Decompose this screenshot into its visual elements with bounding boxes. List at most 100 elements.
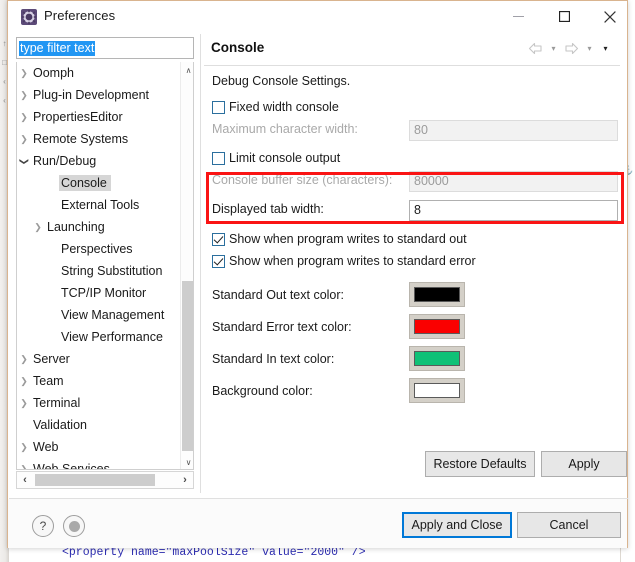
tab-width-row: Displayed tab width: 8 xyxy=(204,200,627,226)
sidebar-item-label: Server xyxy=(33,352,70,366)
show-stderr-checkbox[interactable] xyxy=(212,255,225,268)
sidebar-item-run-debug[interactable]: ❯ Run/Debug xyxy=(17,150,193,172)
show-stdout-row[interactable]: Show when program writes to standard out xyxy=(204,230,627,252)
color-row-standard-out-text-color: Standard Out text color: xyxy=(204,282,627,314)
sidebar-item-team[interactable]: ❯ Team xyxy=(17,370,193,392)
color-swatch-button[interactable] xyxy=(409,346,465,371)
sidebar-item-label: String Substitution xyxy=(61,264,163,278)
dialog-title: Preferences xyxy=(44,8,116,23)
chevron-right-icon[interactable]: ❯ xyxy=(17,134,31,145)
color-swatch-button[interactable] xyxy=(409,282,465,307)
minimize-icon xyxy=(512,16,524,17)
sidebar-item-label: TCP/IP Monitor xyxy=(61,286,147,300)
sidebar-item-view-performance[interactable]: View Performance xyxy=(17,326,193,348)
sidebar-item-tcp-ip-monitor[interactable]: TCP/IP Monitor xyxy=(17,282,193,304)
record-dot-icon xyxy=(68,520,80,532)
forward-history-caret-icon[interactable]: ▾ xyxy=(583,40,596,57)
chevron-right-icon[interactable]: ❯ xyxy=(17,398,31,409)
sidebar-item-label: Team xyxy=(33,374,64,388)
tree-horizontal-scrollbar-thumb[interactable] xyxy=(35,474,155,486)
tree-horizontal-scrollbar[interactable]: ‹ › xyxy=(16,471,194,489)
sidebar-item-web[interactable]: ❯ Web xyxy=(17,436,193,458)
chevron-right-icon[interactable]: ❯ xyxy=(17,442,31,453)
filter-input[interactable]: type filter text xyxy=(16,37,194,59)
sidebar-item-server[interactable]: ❯ Server xyxy=(17,348,193,370)
chevron-right-icon[interactable]: ❯ xyxy=(17,112,31,123)
section-label-row: Debug Console Settings. xyxy=(204,72,627,94)
scroll-up-arrow-icon[interactable]: ∧ xyxy=(181,62,193,78)
sidebar-item-oomph[interactable]: ❯ Oomph xyxy=(17,62,193,84)
restore-defaults-button[interactable]: Restore Defaults xyxy=(425,451,535,477)
chevron-right-icon[interactable]: ❯ xyxy=(17,354,31,365)
limit-console-output-checkbox[interactable] xyxy=(212,152,225,165)
sidebar-item-terminal[interactable]: ❯ Terminal xyxy=(17,392,193,414)
cancel-button[interactable]: Cancel xyxy=(517,512,621,538)
sidebar-item-remote-systems[interactable]: ❯ Remote Systems xyxy=(17,128,193,150)
fixed-width-console-row[interactable]: Fixed width console xyxy=(204,98,627,120)
minimize-button[interactable] xyxy=(495,1,541,32)
sidebar-item-validation[interactable]: Validation xyxy=(17,414,193,436)
sidebar-item-label: Launching xyxy=(47,220,105,234)
apply-and-close-button[interactable]: Apply and Close xyxy=(402,512,512,538)
color-label: Standard Error text color: xyxy=(212,320,352,334)
show-stderr-row[interactable]: Show when program writes to standard err… xyxy=(204,252,627,274)
color-row-standard-in-text-color: Standard In text color: xyxy=(204,346,627,378)
sidebar-item-console[interactable]: Console xyxy=(17,172,193,194)
back-history-caret-icon[interactable]: ▾ xyxy=(547,40,560,57)
record-circle-icon[interactable] xyxy=(63,515,85,537)
sidebar-item-label: Validation xyxy=(33,418,87,432)
sidebar-item-external-tools[interactable]: External Tools xyxy=(17,194,193,216)
color-label: Standard In text color: xyxy=(212,352,335,366)
maximize-button[interactable] xyxy=(541,1,587,32)
sidebar-item-web-services[interactable]: ❯ Web Services xyxy=(17,458,193,470)
console-buffer-size-input: 80000 xyxy=(409,171,618,192)
chevron-right-icon[interactable]: ❯ xyxy=(17,90,31,101)
back-arrow-icon[interactable] xyxy=(527,40,544,57)
console-settings-form: Debug Console Settings. Fixed width cons… xyxy=(204,72,627,410)
dialog-content: type filter text ❯ Oomph ❯ Plug-in Developm… xyxy=(8,34,627,493)
limit-console-output-label: Limit console output xyxy=(229,151,341,165)
preferences-tree[interactable]: ❯ Oomph ❯ Plug-in Development ❯ PropertiesEdi… xyxy=(16,62,194,470)
page-title: Console xyxy=(211,40,265,55)
sidebar-item-string-substitution[interactable]: String Substitution xyxy=(17,260,193,282)
sidebar-item-launching[interactable]: ❯ Launching xyxy=(17,216,193,238)
sidebar-item-label: Terminal xyxy=(33,396,81,410)
scroll-left-arrow-icon[interactable]: ‹ xyxy=(17,472,33,488)
page-menu-caret-icon[interactable]: ▾ xyxy=(599,40,612,57)
color-row-background-color: Background color: xyxy=(204,378,627,410)
question-mark-icon[interactable]: ? xyxy=(32,515,54,537)
fixed-width-console-checkbox[interactable] xyxy=(212,101,225,114)
sidebar-item-label: Plug-in Development xyxy=(33,88,150,102)
max-char-width-label: Maximum character width: xyxy=(212,122,358,136)
limit-console-output-row[interactable]: Limit console output xyxy=(204,149,627,171)
color-swatch xyxy=(414,351,460,366)
sidebar-item-perspectives[interactable]: Perspectives xyxy=(17,238,193,260)
preferences-dialog: Preferences type filter text ❯ Oomph ❯ Plug… xyxy=(7,0,628,548)
panel-divider xyxy=(200,34,201,493)
chevron-right-icon[interactable]: ❯ xyxy=(17,376,31,387)
sidebar-item-plug-in-development[interactable]: ❯ Plug-in Development xyxy=(17,84,193,106)
scroll-right-arrow-icon[interactable]: › xyxy=(177,472,193,488)
show-stdout-checkbox[interactable] xyxy=(212,233,225,246)
sidebar-item-view-management[interactable]: View Management xyxy=(17,304,193,326)
scroll-down-arrow-icon[interactable]: ∨ xyxy=(181,454,193,469)
chevron-right-icon[interactable]: ❯ xyxy=(31,222,45,233)
page-nav-icons: ▾ ▾ ▾ xyxy=(527,40,612,57)
chevron-right-icon[interactable]: ❯ xyxy=(17,464,31,470)
color-swatch-button[interactable] xyxy=(409,314,465,339)
chevron-right-icon[interactable]: ❯ xyxy=(17,68,31,79)
page-header: Console ▾ ▾ ▾ xyxy=(204,34,627,66)
show-stdout-label: Show when program writes to standard out xyxy=(229,232,467,246)
tree-vertical-scrollbar-thumb[interactable] xyxy=(182,281,193,451)
page-buttons-row: Restore Defaults Apply xyxy=(204,451,627,481)
apply-button[interactable]: Apply xyxy=(541,451,627,477)
chevron-down-icon[interactable]: ❯ xyxy=(19,154,30,168)
sidebar-item-label: View Management xyxy=(61,308,165,322)
sidebar-item-propertieseditor[interactable]: ❯ PropertiesEditor xyxy=(17,106,193,128)
tree-vertical-scrollbar[interactable]: ∧ ∨ xyxy=(180,62,193,469)
close-button[interactable] xyxy=(587,1,633,32)
displayed-tab-width-input[interactable]: 8 xyxy=(409,200,618,221)
color-swatch-button[interactable] xyxy=(409,378,465,403)
forward-arrow-icon[interactable] xyxy=(563,40,580,57)
buffer-size-row: Console buffer size (characters): 80000 xyxy=(204,171,627,195)
